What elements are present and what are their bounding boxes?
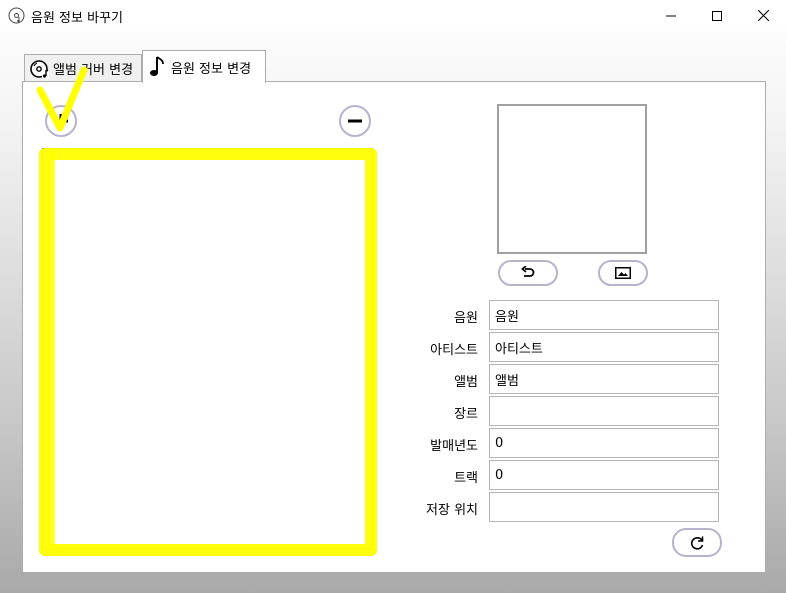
field-input[interactable] (489, 428, 719, 458)
field-label: 아티스트 (430, 343, 478, 358)
music-note-icon (148, 55, 168, 79)
field-label: 저장 위치 (426, 503, 478, 518)
field-label: 앨범 (454, 375, 478, 390)
field-input[interactable] (489, 332, 719, 362)
music-disc-icon (8, 7, 25, 24)
field-label: 트랙 (454, 471, 478, 486)
music-file-list[interactable] (42, 148, 373, 549)
field-label: 장르 (454, 407, 478, 422)
undo-icon (521, 266, 535, 277)
minimize-button[interactable] (648, 0, 694, 31)
album-cover-preview (497, 104, 647, 254)
field-input[interactable] (489, 300, 719, 330)
minus-icon (348, 119, 362, 123)
tab-album-cover[interactable]: 앨범 커버 변경 (24, 54, 142, 82)
disc-music-icon (30, 59, 50, 79)
add-button[interactable] (45, 105, 77, 137)
field-input[interactable] (489, 396, 719, 426)
remove-button[interactable] (339, 105, 371, 137)
maximize-button[interactable] (694, 0, 740, 31)
refresh-button[interactable] (672, 528, 722, 557)
maximize-icon (712, 10, 722, 21)
field-label: 음원 (454, 311, 478, 326)
close-icon (757, 10, 769, 21)
field-input[interactable] (489, 492, 719, 522)
close-button[interactable] (740, 0, 786, 31)
refresh-icon (691, 536, 704, 550)
tab-music-info-label: 음원 정보 변경 (171, 61, 252, 77)
field-input[interactable] (489, 460, 719, 490)
field-label: 발매년도 (430, 439, 478, 454)
title-bar: 음원 정보 바꾸기 (0, 0, 786, 31)
tab-album-cover-label: 앨범 커버 변경 (53, 63, 134, 78)
plus-icon (54, 114, 68, 128)
tab-music-info[interactable]: 음원 정보 변경 (142, 50, 266, 83)
window-title: 음원 정보 바꾸기 (31, 11, 123, 26)
field-input[interactable] (489, 364, 719, 394)
select-image-button[interactable] (598, 260, 648, 286)
minimize-icon (666, 15, 676, 16)
image-icon (615, 267, 631, 279)
undo-cover-button[interactable] (498, 260, 558, 286)
